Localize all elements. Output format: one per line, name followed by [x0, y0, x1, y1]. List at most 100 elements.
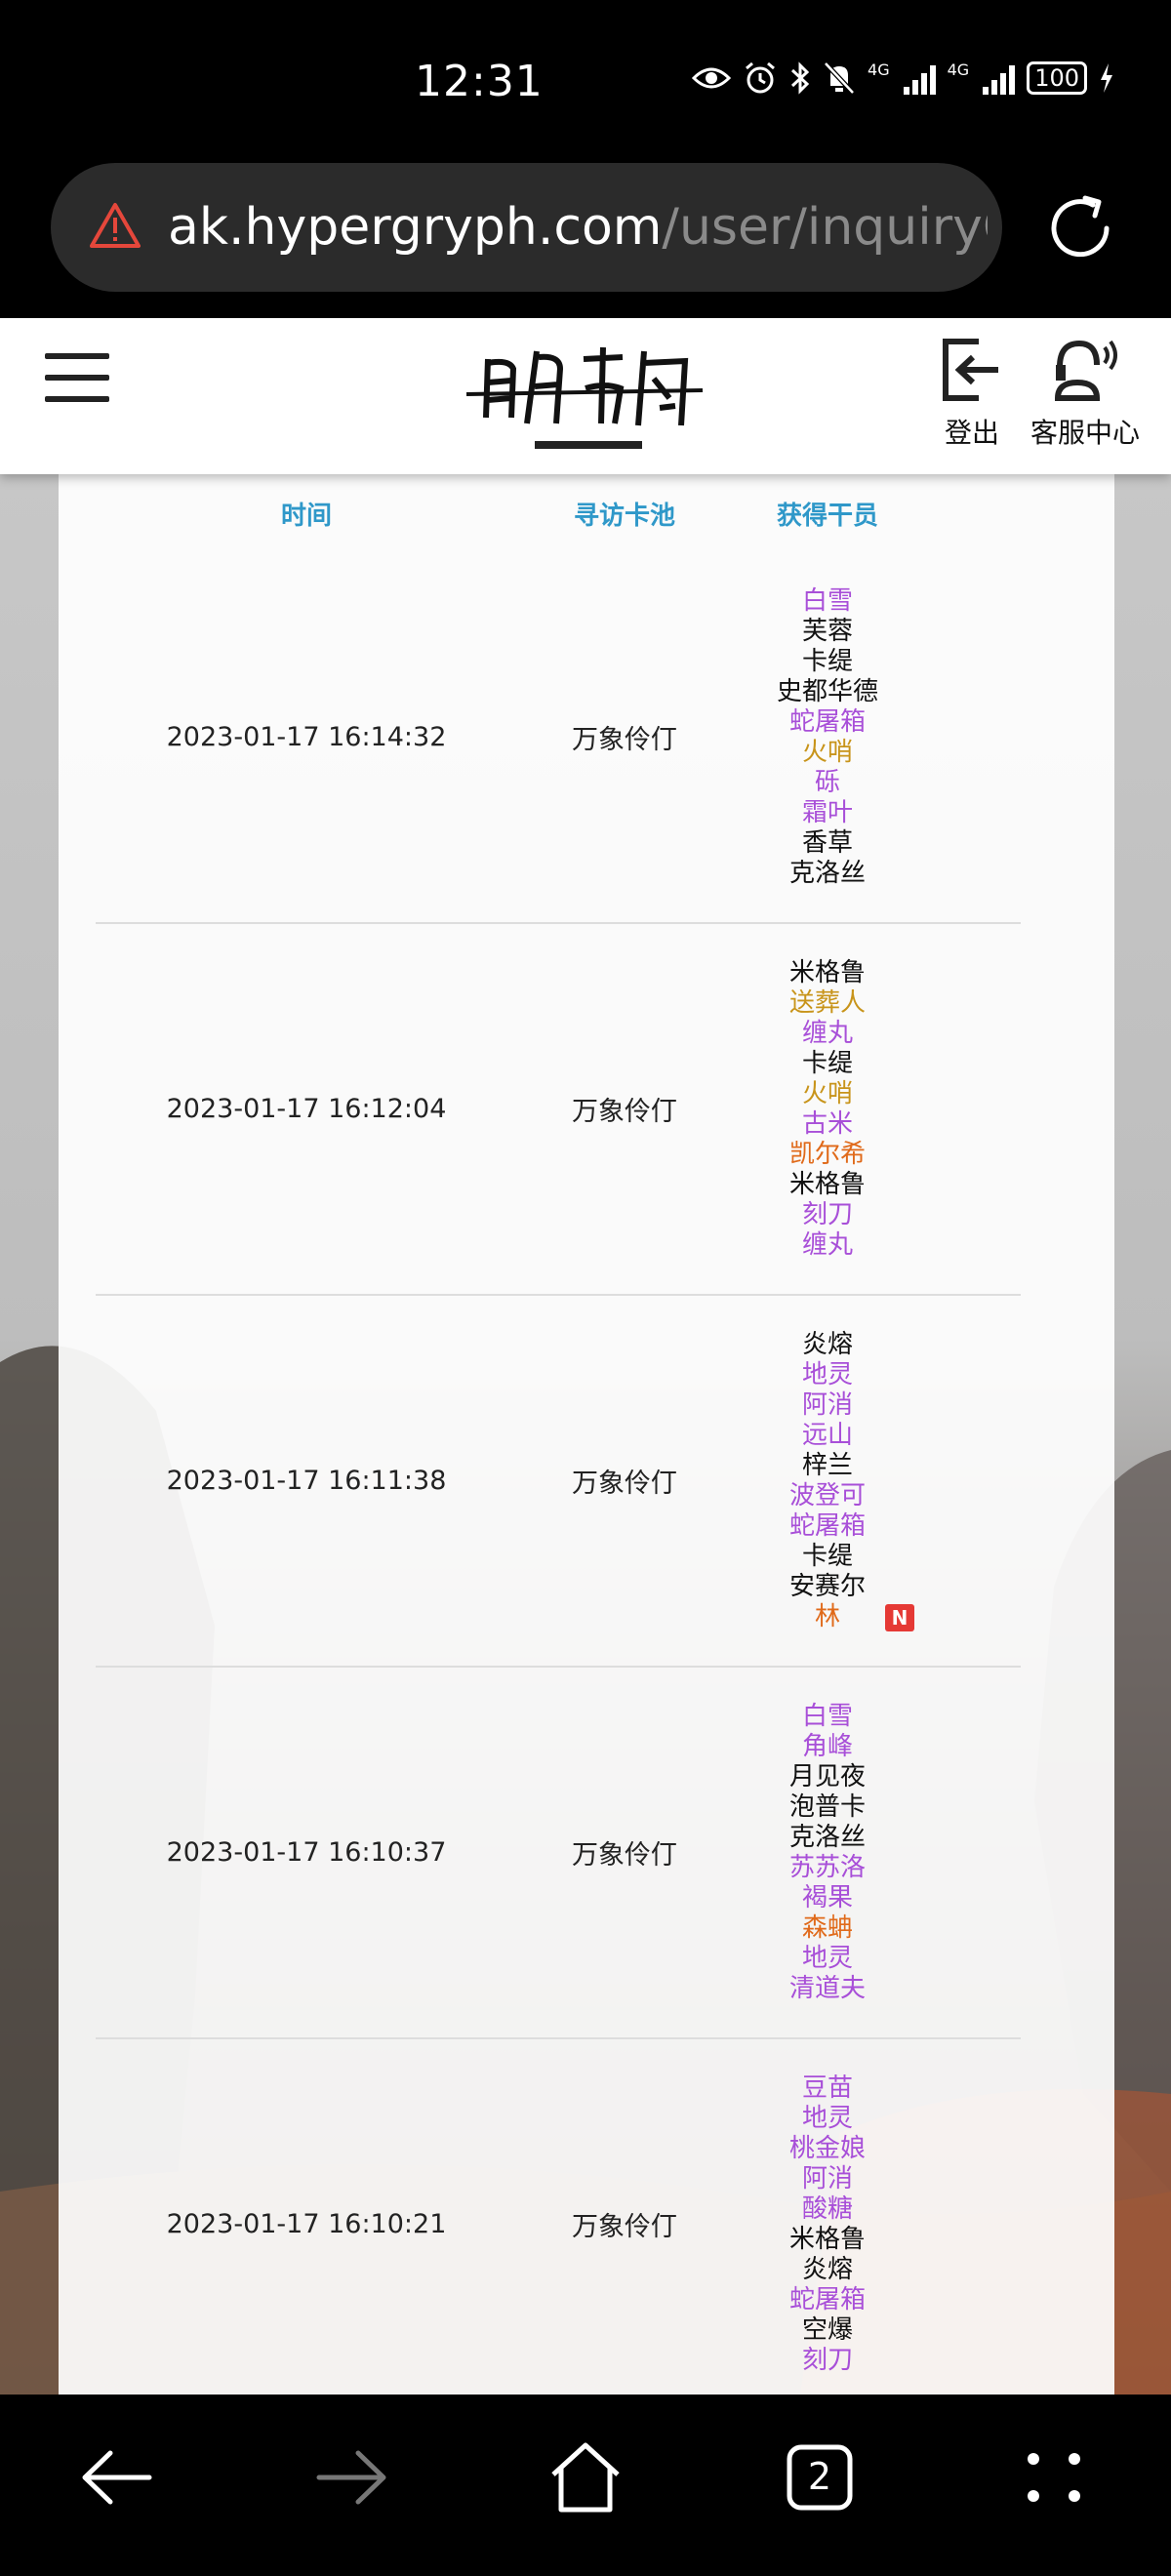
operator-name: 凯尔希 — [789, 1140, 866, 1170]
new-badge: N — [884, 1603, 914, 1631]
logout-label: 登出 — [944, 417, 999, 449]
customer-service-icon — [1054, 340, 1117, 401]
operator-label: 米格鲁 — [788, 1169, 866, 1199]
pull-time: 2023-01-17 16:10:37 — [166, 1837, 447, 1868]
operator-name: 梓兰 — [802, 1451, 853, 1481]
operator-list: 炎熔 地灵 阿消 远山 梓兰 波登可 蛇屠箱 卡缇 安赛尔林 N — [732, 1330, 923, 1632]
col-operators: 获得干员 — [776, 501, 878, 531]
operator-name: 刻刀 — [802, 2346, 853, 2376]
operator-name: 豆苗 — [802, 2073, 853, 2104]
operator-name: 史都华德 — [777, 677, 878, 707]
logout-button[interactable]: 登出 — [940, 338, 1004, 451]
operator-label: 刻刀 — [801, 2345, 853, 2375]
operator-label: 安赛尔 — [788, 1571, 866, 1601]
operator-name: 波登可 — [789, 1481, 866, 1511]
page-content[interactable]: 时间 寻访卡池 获得干员 2023-01-17 16:14:32 万象伶仃 白雪 芙蓉… — [0, 474, 1171, 2395]
operator-label: 霜叶 — [801, 797, 853, 827]
operator-list: 白雪 芙蓉 卡缇 史都华德 蛇屠箱 火哨砾霜叶 香草 克洛丝 — [732, 586, 923, 889]
operator-name: 远山 — [802, 1421, 853, 1451]
operator-name: 米格鲁 — [789, 1170, 866, 1200]
address-bar[interactable]: ak.hypergryph.com/user/inquiryGa — [51, 163, 1002, 292]
operator-name: 古米 — [802, 1109, 853, 1140]
pull-time: 2023-01-17 16:10:21 — [166, 2209, 447, 2239]
col-time: 时间 — [280, 501, 332, 531]
home-icon[interactable] — [542, 2434, 629, 2521]
operator-name: 蛇屠箱 — [789, 707, 866, 738]
operator-label: 火哨 — [801, 1078, 853, 1108]
battery-icon: 100 — [1027, 61, 1087, 95]
operator-label: 地灵 — [801, 1943, 853, 1973]
operator-label: 阿消 — [801, 1389, 853, 1420]
status-bar: 12:31 4G 4G 100 — [0, 0, 1171, 161]
pull-time: 2023-01-17 16:14:32 — [166, 722, 447, 752]
operator-name: 米格鲁 — [789, 958, 866, 988]
operator-label: 砾 — [814, 767, 840, 797]
operator-name: 克洛丝 — [789, 859, 866, 889]
table-row: 2023-01-17 16:14:32 万象伶仃 白雪 芙蓉 卡缇 史都华德 蛇屠箱 火哨砾霜… — [96, 552, 1021, 924]
url-text[interactable]: ak.hypergryph.com/user/inquiryGa — [168, 198, 988, 257]
pool-name: 万象伶仃 — [572, 1840, 677, 1871]
operator-label: 波登可 — [788, 1480, 866, 1510]
operator-name: 缠丸 — [802, 1230, 853, 1261]
operator-label: 送葬人 — [788, 987, 866, 1018]
operator-label: 空爆 — [801, 2314, 853, 2345]
back-icon[interactable] — [73, 2434, 161, 2521]
hamburger-menu-icon[interactable] — [45, 353, 109, 404]
status-icons: 4G 4G 100 — [692, 60, 1114, 96]
more-menu-icon[interactable] — [1010, 2434, 1098, 2521]
operator-label: 凯尔希 — [788, 1139, 866, 1169]
operator-name: 阿消 — [802, 2164, 853, 2194]
operator-name: 褐果 — [802, 1883, 853, 1913]
operator-label: 地灵 — [801, 1359, 853, 1389]
operator-label: 清道夫 — [788, 1973, 866, 2003]
network-type: 4G — [868, 60, 890, 79]
url-host: ak.hypergryph.com — [168, 198, 663, 257]
logout-icon — [943, 339, 998, 401]
operator-name: 安赛尔 — [789, 1572, 866, 1602]
operator-name: 林N — [815, 1602, 914, 1632]
operator-name: 泡普卡 — [789, 1792, 866, 1823]
operator-label: 缠丸 — [801, 1018, 853, 1048]
reload-icon[interactable] — [1042, 190, 1118, 266]
operator-name: 砾 — [815, 768, 840, 798]
operator-label: 卡缇 — [801, 1541, 853, 1571]
pool-name: 万象伶仃 — [572, 725, 677, 755]
operator-name: 刻刀 — [802, 1200, 853, 1230]
charging-icon — [1101, 63, 1112, 93]
eye-icon — [692, 67, 732, 89]
operator-list: 米格鲁 送葬人 缠丸 卡缇 火哨 古米 凯尔希 米格鲁 刻刀 缠丸 — [732, 958, 923, 1261]
operator-name: 卡缇 — [802, 647, 853, 677]
operator-name: 苏苏洛 — [789, 1853, 866, 1883]
pool-name: 万象伶仃 — [572, 1097, 677, 1127]
operator-name: 白雪 — [802, 1702, 853, 1732]
operator-name: 霜叶 — [802, 798, 853, 828]
operator-label: 卡缇 — [801, 1048, 853, 1078]
operator-label: 炎熔 — [801, 2254, 853, 2284]
operator-name: 阿消 — [802, 1390, 853, 1421]
customer-service-label: 客服中心 — [1030, 417, 1141, 449]
operator-label: 炎熔 — [801, 1329, 853, 1359]
operator-label: 卡缇 — [801, 646, 853, 676]
col-pool: 寻访卡池 — [573, 501, 675, 531]
arknights-logo[interactable] — [459, 340, 712, 457]
pool-name: 万象伶仃 — [572, 2212, 677, 2242]
operator-name: 香草 — [802, 828, 853, 859]
warning-icon[interactable] — [90, 202, 141, 249]
operator-name: 卡缇 — [802, 1049, 853, 1079]
customer-service-button[interactable]: 客服中心 — [1030, 338, 1140, 451]
operator-label: 火哨 — [801, 737, 853, 767]
forward-icon[interactable] — [307, 2434, 395, 2521]
operator-name: 炎熔 — [802, 2255, 853, 2285]
operator-name: 送葬人 — [789, 988, 866, 1019]
operator-name: 森蚺 — [802, 1913, 853, 1944]
operator-name: 火哨 — [802, 738, 853, 768]
operator-name: 角峰 — [802, 1732, 853, 1762]
operator-label: 泡普卡 — [788, 1791, 866, 1822]
operator-label: 白雪 — [801, 585, 853, 616]
operator-name: 桃金娘 — [789, 2134, 866, 2164]
alarm-icon — [746, 61, 775, 94]
bluetooth-icon — [791, 61, 810, 95]
clock: 12:31 — [415, 57, 544, 106]
operator-label: 角峰 — [801, 1731, 853, 1761]
tabs-button[interactable]: 2 — [776, 2434, 864, 2521]
